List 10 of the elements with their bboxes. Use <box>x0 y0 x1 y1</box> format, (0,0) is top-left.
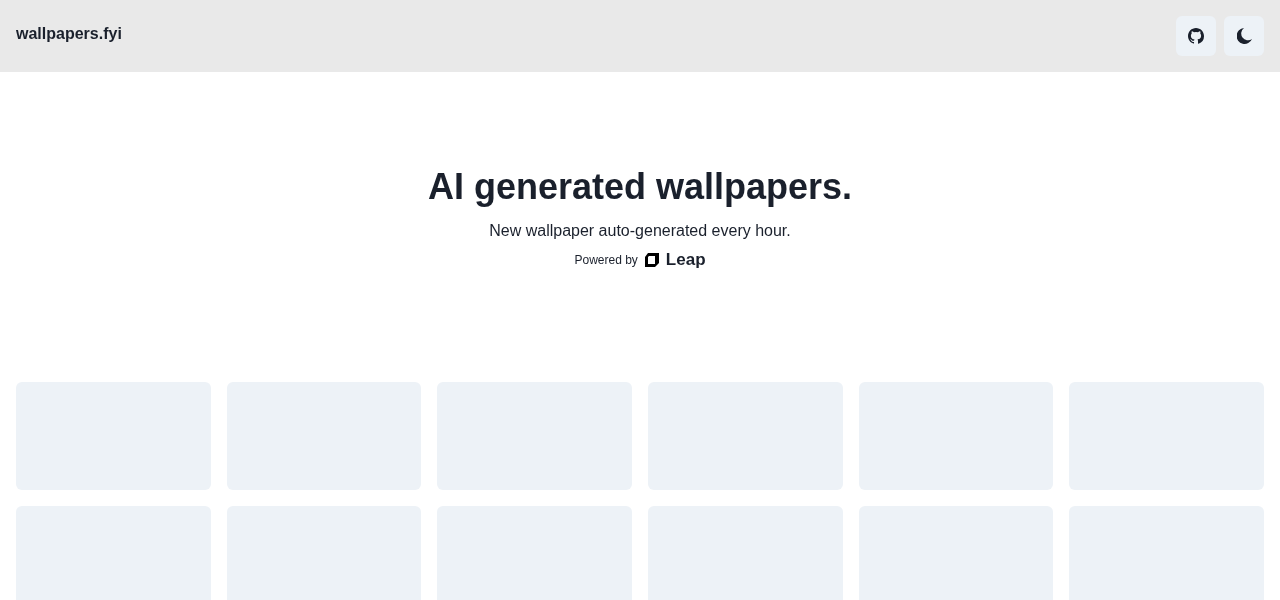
brand-name: Leap <box>665 250 706 270</box>
dark-mode-button[interactable] <box>1224 15 1264 56</box>
subtitle: New wallpaper auto-generated every hour. <box>489 221 791 241</box>
github-button[interactable] <box>1176 15 1216 56</box>
powered-by-label: Powered by <box>574 253 638 267</box>
page-heading: AI generated wallpapers. <box>427 165 853 209</box>
site-title: wallpapers.fyi <box>16 25 122 43</box>
github-icon <box>1188 27 1204 44</box>
moon-icon <box>1236 27 1252 44</box>
leap-logo-icon <box>643 252 660 268</box>
